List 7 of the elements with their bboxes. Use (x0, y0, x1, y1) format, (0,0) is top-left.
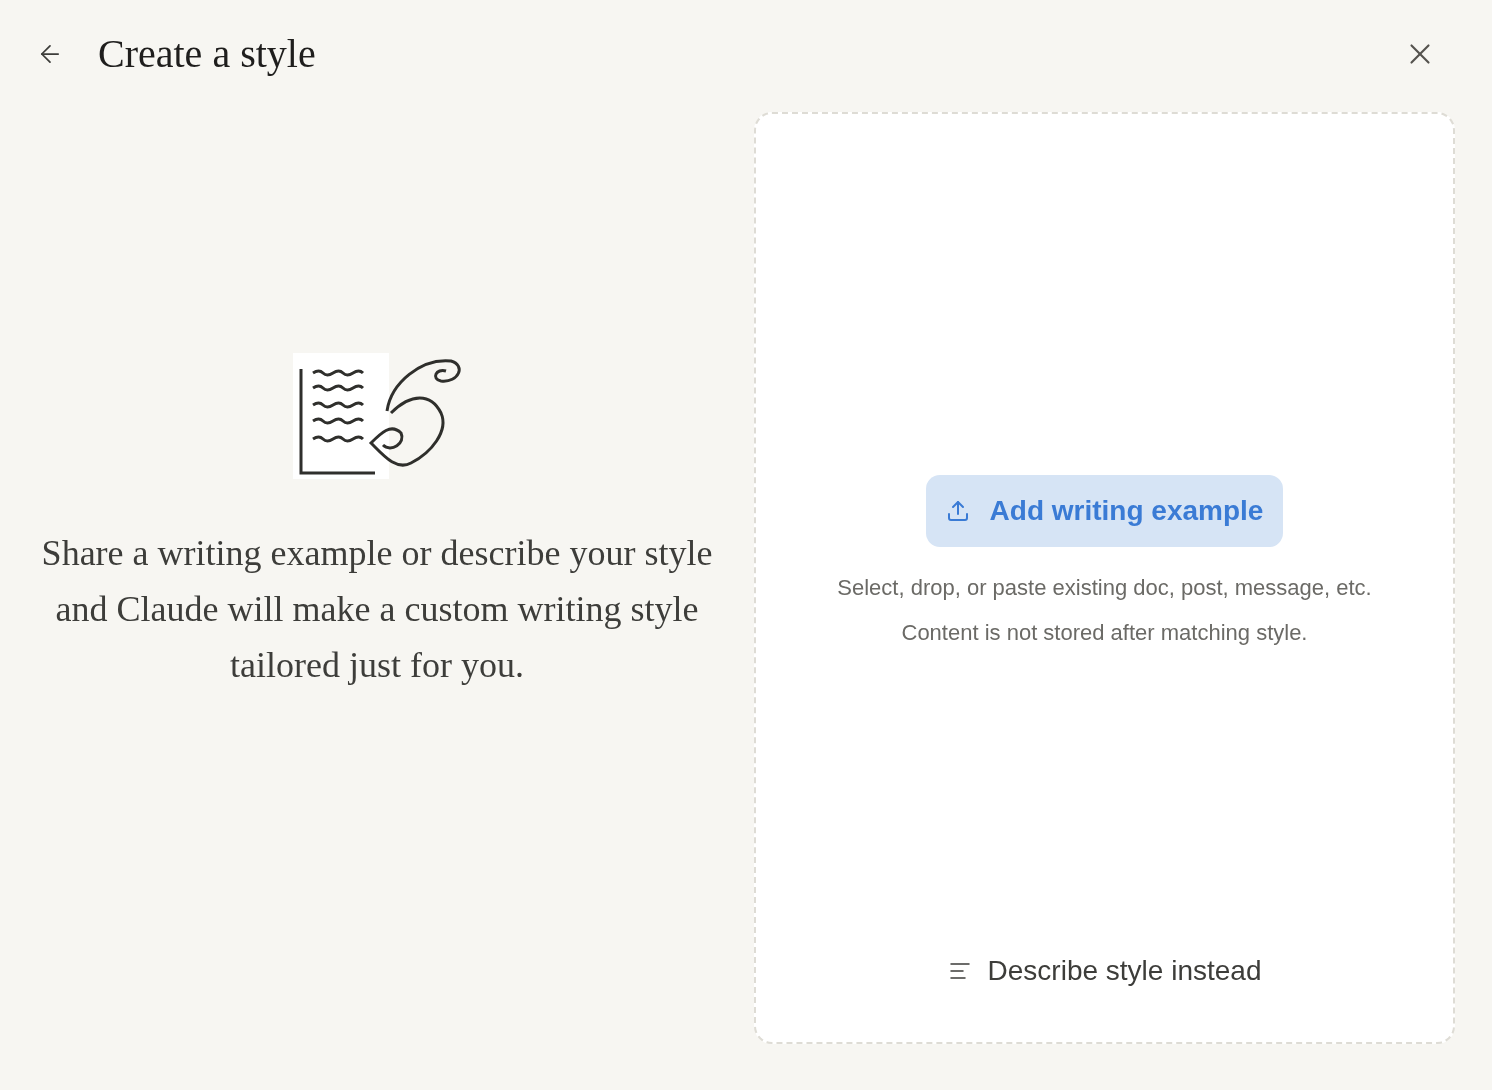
intro-text: Share a writing example or describe your style and Claude will make a custom writing style tailored just for you. (40, 532, 714, 687)
drop-zone[interactable]: Add writing example Select, drop, or paste existing doc, post, message, etc. Content is not stored after matching style. Describe style instead (754, 112, 1455, 1044)
hint-text: Content is not stored after matching style. (901, 619, 1308, 647)
hint-text: Select, drop, or paste existing doc, post, message, etc. (837, 574, 1372, 602)
dialog-title: Create a style (98, 30, 316, 78)
upload-icon (945, 499, 970, 523)
describe-style-link[interactable]: Describe style instead (947, 950, 1262, 992)
